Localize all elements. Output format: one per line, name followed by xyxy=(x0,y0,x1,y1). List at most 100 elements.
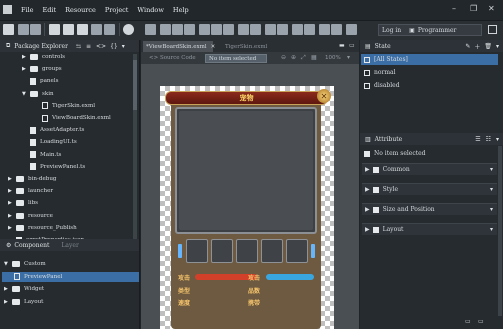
minimize-editor-icon[interactable]: ▬ xyxy=(339,42,345,49)
grid-icon[interactable] xyxy=(77,24,88,35)
arrange-front-icon[interactable] xyxy=(292,24,303,35)
open-folder-icon[interactable] xyxy=(49,24,60,35)
collapsed-arrow-icon[interactable]: ▶ xyxy=(8,225,13,231)
zoom-out-icon[interactable]: ⊖ xyxy=(281,54,286,61)
maximize-panel-icon[interactable]: ▭ xyxy=(478,318,484,325)
minimize-icon[interactable]: – xyxy=(452,4,456,13)
expanded-arrow-icon[interactable]: ▼ xyxy=(4,261,9,267)
slot-prev-arrow-icon[interactable] xyxy=(178,244,182,258)
tab-component[interactable]: Component xyxy=(14,242,49,249)
align-left-icon[interactable] xyxy=(160,24,171,35)
tree-item[interactable]: LoadingUI.ts xyxy=(22,137,77,147)
align-right-icon[interactable] xyxy=(184,24,195,35)
perspective-selector[interactable]: Log in ▣ Programmer xyxy=(378,24,482,36)
collapsed-arrow-icon[interactable]: ▶ xyxy=(365,166,370,173)
list-view-icon[interactable]: ☰ xyxy=(475,136,480,143)
menu-file[interactable]: File xyxy=(21,6,34,14)
run-icon[interactable] xyxy=(123,24,134,35)
tree-item[interactable]: TigerSkin.exml xyxy=(34,101,95,111)
tab-close-icon[interactable]: ✕ xyxy=(211,44,216,50)
grid-view-icon[interactable]: ☷ xyxy=(486,136,491,143)
item-slot[interactable] xyxy=(261,239,283,263)
tree-item[interactable]: PreviewPanel.ts xyxy=(22,162,85,172)
tree-item[interactable]: ViewBoardSkin.exml xyxy=(34,113,111,123)
zoom-in-icon[interactable]: ⊕ xyxy=(291,54,296,61)
tree-item[interactable]: ▶ resource_Publish xyxy=(8,223,77,233)
align-center-icon[interactable] xyxy=(172,24,183,35)
collapsed-arrow-icon[interactable]: ▶ xyxy=(8,188,13,194)
skin-close-icon[interactable]: ✕ xyxy=(317,89,331,103)
item-slot[interactable] xyxy=(211,239,233,263)
collapsed-arrow-icon[interactable]: ▶ xyxy=(4,286,9,292)
attribute-section[interactable]: ▶ Style ▾ xyxy=(362,183,497,195)
item-slot[interactable] xyxy=(186,239,208,263)
delete-state-icon[interactable]: 🗑 xyxy=(484,43,492,50)
distribute-v-icon[interactable] xyxy=(250,24,261,35)
braces-icon[interactable]: {} xyxy=(110,43,118,50)
tree-item[interactable]: ▶ groups xyxy=(22,64,62,74)
collapsed-arrow-icon[interactable]: ▶ xyxy=(8,176,13,182)
collapsed-arrow-icon[interactable]: ▶ xyxy=(365,226,370,233)
layout-icon[interactable] xyxy=(63,24,74,35)
align-top-icon[interactable] xyxy=(199,24,210,35)
add-state-icon[interactable]: ＋ xyxy=(474,42,480,51)
component-category[interactable]: ▶ Layout xyxy=(4,297,43,307)
menu-window[interactable]: Window xyxy=(137,6,163,14)
collapsed-arrow-icon[interactable]: ▶ xyxy=(365,186,370,193)
ungroup-icon[interactable] xyxy=(331,24,342,35)
sync-icon[interactable]: ≡ xyxy=(86,43,91,50)
perspective-switch-icon[interactable] xyxy=(488,25,497,34)
attribute-scrollbar[interactable] xyxy=(498,146,502,316)
minimize-panel-icon[interactable]: ▭ xyxy=(465,318,471,325)
tab-viewboardskin[interactable]: *ViewBoardSkin.exml ✕ xyxy=(143,41,216,52)
debug-icon[interactable] xyxy=(145,24,156,35)
new-file-icon[interactable] xyxy=(3,24,14,35)
lock-icon[interactable] xyxy=(346,24,357,35)
tree-item[interactable]: AssetAdapter.ts xyxy=(22,125,84,135)
tree-item[interactable]: ▶ bin-debug xyxy=(8,174,57,184)
maximize-editor-icon[interactable]: ▭ xyxy=(349,42,355,49)
attribute-section[interactable]: ▶ Layout ▾ xyxy=(362,223,497,235)
item-slot[interactable] xyxy=(286,239,308,263)
close-icon[interactable]: ✕ xyxy=(488,4,495,13)
state-item-all[interactable]: [All States] xyxy=(364,56,408,63)
attribute-menu-icon[interactable]: ▾ xyxy=(496,136,499,143)
component-item[interactable]: PreviewPanel xyxy=(2,271,139,282)
tree-item[interactable]: ▶ controls xyxy=(22,52,65,62)
collapsed-arrow-icon[interactable]: ▶ xyxy=(8,200,13,206)
code-icon[interactable]: <> xyxy=(96,43,106,50)
collapsed-arrow-icon[interactable]: ▶ xyxy=(4,299,9,305)
zoom-level[interactable]: 100% xyxy=(325,55,341,61)
redo-icon[interactable] xyxy=(104,24,115,35)
component-category[interactable]: ▶ Widget xyxy=(4,284,44,294)
state-menu-icon[interactable]: ▾ xyxy=(496,43,499,50)
align-bottom-icon[interactable] xyxy=(223,24,234,35)
tree-item[interactable]: panels xyxy=(22,76,59,86)
save-icon[interactable] xyxy=(18,24,29,35)
collapsed-arrow-icon[interactable]: ▶ xyxy=(365,206,370,213)
component-category[interactable]: ▼ Custom xyxy=(4,259,46,269)
grid-toggle-icon[interactable]: ▦ xyxy=(311,54,317,61)
login-label[interactable]: Log in xyxy=(382,27,401,34)
menu-resource[interactable]: Resource xyxy=(65,6,96,14)
collapse-all-icon[interactable]: ⇆ xyxy=(76,43,81,50)
fit-icon[interactable]: ⤢ xyxy=(301,54,306,62)
menu-help[interactable]: Help xyxy=(173,6,189,14)
group-icon[interactable] xyxy=(319,24,330,35)
arrange-back-icon[interactable] xyxy=(304,24,315,35)
slot-next-arrow-icon[interactable] xyxy=(311,244,315,258)
tree-item[interactable]: ▶ resource xyxy=(8,211,53,221)
undo-icon[interactable] xyxy=(91,24,102,35)
collapsed-arrow-icon[interactable]: ▶ xyxy=(22,66,27,72)
size-width-icon[interactable] xyxy=(265,24,276,35)
attribute-section[interactable]: ▶ Size and Position ▾ xyxy=(362,203,497,215)
chevron-down-icon[interactable]: ▾ xyxy=(490,166,493,173)
design-mode-button[interactable]: No item selected xyxy=(205,54,267,63)
state-item-disabled[interactable]: disabled xyxy=(364,82,400,89)
tree-item[interactable]: ▶ libs xyxy=(8,198,38,208)
package-scrollbar-thumb[interactable] xyxy=(133,60,137,110)
collapsed-arrow-icon[interactable]: ▶ xyxy=(22,54,27,60)
size-height-icon[interactable] xyxy=(277,24,288,35)
view-menu-icon[interactable]: ▾ xyxy=(122,43,125,50)
chevron-down-icon[interactable]: ▾ xyxy=(490,206,493,213)
